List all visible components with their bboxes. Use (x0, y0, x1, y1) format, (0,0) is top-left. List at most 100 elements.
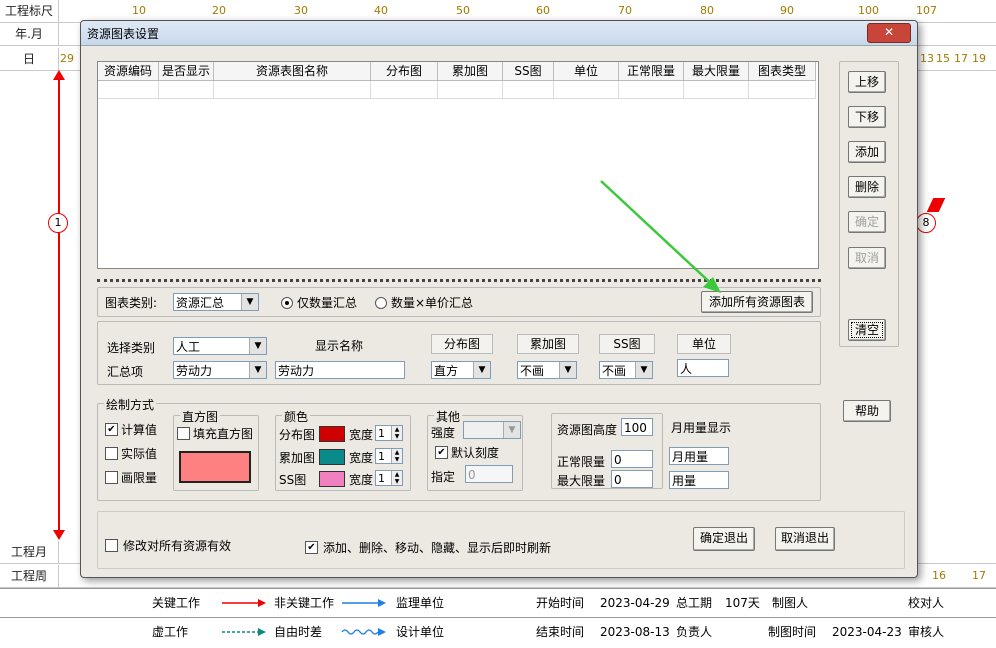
ruler-tick: 40 (374, 4, 388, 17)
chart-category-label: 图表类别: (105, 296, 158, 310)
chart-category-select[interactable]: 资源汇总 ▼ (173, 293, 259, 311)
auto-refresh-checkbox[interactable]: ✔ (305, 541, 318, 554)
critical-path-line (58, 72, 60, 538)
legend-freefloat-label: 自由时差 (274, 625, 323, 639)
chevron-down-icon[interactable]: ▼ (473, 362, 490, 378)
chevron-down-icon[interactable]: ▼ (503, 422, 520, 438)
table-cell[interactable] (159, 81, 214, 99)
summary-value: 劳动力 (176, 364, 213, 378)
summary-select[interactable]: 劳动力 ▼ (173, 361, 267, 379)
legend-designer: 设计单位 (396, 625, 445, 639)
chevron-down-icon[interactable]: ▼ (249, 362, 266, 378)
table-header[interactable]: 分布图 (371, 62, 438, 81)
clear-button[interactable]: 清空 (848, 319, 886, 341)
unit-input[interactable]: 人 (677, 359, 729, 377)
ok-exit-button[interactable]: 确定退出 (693, 527, 755, 551)
ss-width-spinner[interactable]: 1 ▲ ▼ (375, 470, 403, 486)
default-scale-checkbox[interactable]: ✔ (435, 446, 448, 459)
normal-limit-input[interactable]: 0 (611, 450, 653, 468)
critical-arrow-icon (222, 599, 266, 607)
height-input[interactable]: 100 (621, 418, 653, 436)
spinner-arrows-icon[interactable]: ▲ ▼ (391, 426, 402, 440)
histogram-color-swatch[interactable] (179, 451, 251, 483)
radio-qty-price[interactable] (375, 297, 387, 309)
move-down-button[interactable]: 下移 (848, 106, 886, 128)
ruler-tick: 80 (700, 4, 714, 17)
strength-label: 强度 (431, 426, 456, 440)
ss-select[interactable]: 不画 ▼ (599, 361, 653, 379)
dist-value: 直方 (434, 364, 459, 378)
delete-button[interactable]: 删除 (848, 176, 886, 198)
apply-all-checkbox[interactable] (105, 539, 118, 552)
cum-value: 不画 (520, 364, 545, 378)
table-cell[interactable] (371, 81, 438, 99)
limit-label: 画限量 (121, 471, 158, 485)
legend-supervisor: 监理单位 (396, 596, 445, 610)
strength-select[interactable]: ▼ (463, 421, 521, 439)
limit-checkbox[interactable] (105, 471, 118, 484)
table-header[interactable]: 是否显示 (159, 62, 214, 81)
close-icon[interactable]: ✕ (867, 23, 911, 43)
arrow-up-icon (53, 70, 65, 80)
day-tick: 29 (60, 52, 74, 65)
cum-color-swatch[interactable] (319, 449, 345, 465)
fill-histogram-label: 填充直方图 (193, 427, 254, 441)
chevron-down-icon[interactable]: ▼ (559, 362, 576, 378)
max-limit-input[interactable]: 0 (611, 470, 653, 488)
ss-color-swatch[interactable] (319, 471, 345, 487)
table-header[interactable]: SS图 (503, 62, 554, 81)
category-value: 人工 (176, 340, 201, 354)
add-button[interactable]: 添加 (848, 141, 886, 163)
confirm-button[interactable]: 确定 (848, 211, 886, 233)
table-cell[interactable] (554, 81, 619, 99)
bg-label-project-month: 工程月 (0, 541, 59, 564)
spinner-arrows-icon[interactable]: ▲ ▼ (391, 449, 402, 463)
cum-width-spinner[interactable]: 1 ▲ ▼ (375, 448, 403, 464)
chevron-down-icon[interactable]: ▼ (241, 294, 258, 310)
usage-input[interactable]: 用量 (669, 471, 729, 489)
network-node[interactable]: 8 (916, 213, 936, 233)
dist-color-swatch[interactable] (319, 426, 345, 442)
dist-select[interactable]: 直方 ▼ (431, 361, 491, 379)
cancel-exit-button[interactable]: 取消退出 (775, 527, 835, 551)
table-cell[interactable] (619, 81, 684, 99)
table-cell[interactable] (503, 81, 554, 99)
table-header[interactable]: 资源表图名称 (214, 62, 371, 81)
move-up-button[interactable]: 上移 (848, 71, 886, 93)
spinner-arrows-icon[interactable]: ▲ ▼ (391, 471, 402, 485)
table-header[interactable]: 单位 (554, 62, 619, 81)
chevron-down-icon[interactable]: ▼ (249, 338, 266, 354)
radio-qty-only[interactable] (281, 297, 293, 309)
specify-input[interactable]: 0 (465, 465, 513, 483)
chart-category-value: 资源汇总 (176, 296, 225, 310)
cancel-button[interactable]: 取消 (848, 247, 886, 269)
bg-label-year-month: 年.月 (0, 23, 59, 46)
table-cell[interactable] (684, 81, 749, 99)
table-header[interactable]: 最大限量 (684, 62, 749, 81)
table-header[interactable]: 正常限量 (619, 62, 684, 81)
table-header[interactable]: 资源编码 (98, 62, 159, 81)
day-tick: 13 (920, 52, 934, 65)
help-button[interactable]: 帮助 (843, 400, 891, 422)
table-header[interactable]: 图表类型 (749, 62, 816, 81)
table-cell[interactable] (438, 81, 503, 99)
cum-select[interactable]: 不画 ▼ (517, 361, 577, 379)
monthly-usage-input[interactable]: 月用量 (669, 447, 729, 465)
draw-mode-title: 绘制方式 (104, 396, 157, 413)
table-cell[interactable] (749, 81, 816, 99)
calc-checkbox[interactable]: ✔ (105, 423, 118, 436)
table-header[interactable]: 累加图 (438, 62, 503, 81)
ss-header: SS图 (599, 334, 655, 354)
dist-width-spinner[interactable]: 1 ▲ ▼ (375, 425, 403, 441)
table-cell[interactable] (98, 81, 159, 99)
actual-checkbox[interactable] (105, 447, 118, 460)
actual-label: 实际值 (121, 447, 158, 461)
ruler-tick: 30 (294, 4, 308, 17)
display-name-input[interactable]: 劳动力 (275, 361, 405, 379)
category-select[interactable]: 人工 ▼ (173, 337, 267, 355)
table-cell[interactable] (214, 81, 371, 99)
network-node[interactable]: 1 (48, 213, 68, 233)
fill-histogram-checkbox[interactable] (177, 427, 190, 440)
chevron-down-icon[interactable]: ▼ (635, 362, 652, 378)
dialog-titlebar[interactable]: 资源图表设置 ✕ (81, 21, 917, 46)
